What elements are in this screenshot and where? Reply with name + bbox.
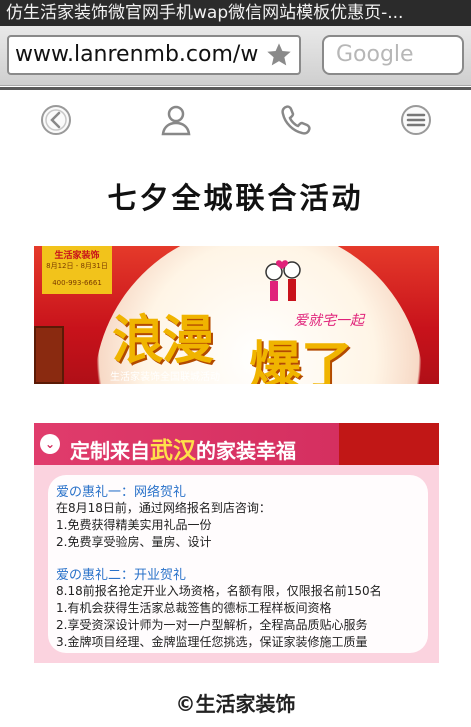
page-top-bar [0,87,471,90]
phone-icon[interactable] [278,102,314,138]
site-nav [0,96,471,144]
gift2-title: 爱の惠礼二：开业贺礼 [56,568,187,583]
headline-romance: 浪漫 [112,311,214,371]
promo-banner-romance[interactable]: 生活家装饰 8月12日 - 8月31日 400-993-6661 爱就宅一起 浪… [34,246,439,384]
badge-title: 生活家装饰 [54,251,100,261]
page-title: 七夕全城联合活动 [107,181,364,215]
door-graphic [34,326,64,384]
gift1-line: 2.免费享受验房、量房、设计 [56,535,212,549]
footer-copyright: ©生活家装饰 [175,692,296,716]
window-title: 仿生活家装饰微官网手机wap微信网站模板优惠页-... [0,0,471,26]
chevron-down-icon: ⌄ [40,434,60,454]
url-text[interactable]: www.lanrenmb.com/w [15,37,265,73]
gifts-header: ⌄ 定制来自武汉的家装幸福 [34,423,439,465]
browser-toolbar: www.lanrenmb.com/w Google [0,26,471,86]
gift1-line: 在8月18日前，通过网络报名到店咨询： [56,501,271,515]
brand-badge: 生活家装饰 8月12日 - 8月31日 400-993-6661 [42,246,112,294]
gift1-line: 1.免费获得精美实用礼品一份 [56,518,212,532]
search-field[interactable]: Google [322,35,464,75]
banner-caption: 生活家装饰全国联城活动 [110,372,220,383]
menu-icon[interactable] [398,102,434,138]
gift2-line: 1.有机会获得生活家总裁签售的德标工程样板间资格 [56,601,332,615]
url-field[interactable]: www.lanrenmb.com/w [7,35,301,75]
gift1-title: 爱の惠礼一：网络贺礼 [56,485,187,500]
headline-burst: 爆了 [249,337,354,384]
user-icon[interactable] [158,102,194,138]
bookmark-star-icon[interactable] [265,41,293,69]
gift2-line: 3.金牌项目经理、金牌监理任您挑选，保证家装修施工质量 [56,635,368,649]
back-icon[interactable] [38,102,74,138]
gift2-line: 2.享受资深设计师为一对一户型解析，全程高品质贴心服务 [56,618,368,632]
gift2-line: 8.18前报名抢定开业入场资格，名额有限，仅限报名前150名 [56,584,382,598]
badge-dates: 8月12日 - 8月31日 [46,262,108,270]
promo-banner-gifts[interactable]: ⌄ 定制来自武汉的家装幸福 爱の惠礼一：网络贺礼 在8月18日前，通过网络报名到… [34,423,439,663]
couple-illustration-icon [265,260,301,301]
header-corner-block [339,423,439,465]
gifts-heading: 定制来自武汉的家装幸福 [70,438,296,464]
badge-phone: 400-993-6661 [52,279,102,287]
